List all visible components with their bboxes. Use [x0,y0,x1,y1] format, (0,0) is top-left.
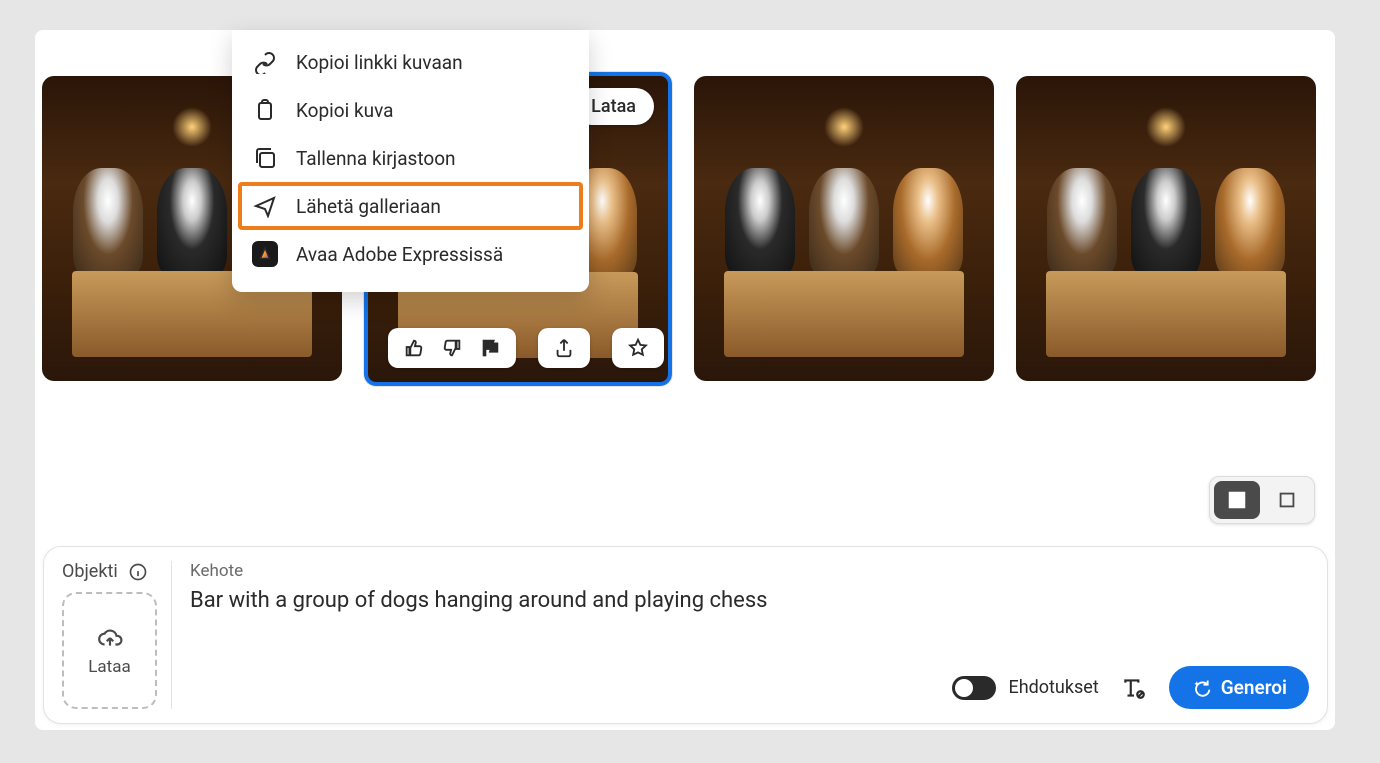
share-icon[interactable] [552,336,576,360]
upload-reference[interactable]: Lataa [62,592,157,709]
suggestions-toggle[interactable] [952,676,996,700]
rating-group [388,328,516,368]
thumb-action-bar [388,328,648,368]
share-group [538,328,590,368]
prompt-input[interactable]: Bar with a group of dogs hanging around … [190,587,1309,616]
flag-icon[interactable] [478,336,502,360]
object-heading: Objekti [62,561,157,582]
favorite-group [612,328,664,368]
sparkle-refresh-icon [1191,678,1211,698]
clipboard-icon [252,97,278,123]
library-icon [252,145,278,171]
grid-view-button[interactable] [1214,481,1260,519]
generate-button[interactable]: Generoi [1169,666,1309,709]
menu-item-label: Lähetä galleriaan [296,195,441,218]
menu-item-label: Kopioi kuva [296,99,393,122]
result-thumb[interactable] [1016,76,1316,381]
suggestions-toggle-wrap: Ehdotukset [952,676,1098,700]
suggestions-label: Ehdotukset [1008,677,1098,698]
menu-open-express[interactable]: Avaa Adobe Expressissä [232,230,589,278]
star-icon[interactable] [626,336,650,360]
single-view-button[interactable] [1264,481,1310,519]
object-column: Objekti Lataa [62,561,172,709]
menu-save-library[interactable]: Tallenna kirjastoon [232,134,589,182]
text-style-button[interactable] [1121,675,1147,701]
info-icon[interactable] [128,562,148,582]
upload-cloud-icon [95,625,125,651]
menu-item-label: Tallenna kirjastoon [296,147,456,170]
prompt-column: Kehote Bar with a group of dogs hanging … [190,561,1309,709]
generate-label: Generoi [1221,676,1287,699]
menu-copy-link[interactable]: Kopioi linkki kuvaan [232,38,589,86]
view-toggle [1209,476,1315,524]
link-icon [252,49,278,75]
menu-item-label: Kopioi linkki kuvaan [296,51,463,74]
app-canvas: Lataa [35,30,1335,730]
send-icon [252,193,278,219]
thumbs-down-icon[interactable] [440,336,464,360]
menu-submit-gallery[interactable]: Lähetä galleriaan [238,182,583,230]
thumbs-up-icon[interactable] [402,336,426,360]
menu-copy-image[interactable]: Kopioi kuva [232,86,589,134]
prompt-label: Kehote [190,561,1309,581]
result-thumb[interactable] [694,76,994,381]
prompt-bar: Objekti Lataa Kehote Bar with a group of… [43,546,1328,724]
adobe-express-icon [252,241,278,267]
object-label: Objekti [62,561,118,582]
upload-label: Lataa [88,657,130,677]
prompt-controls: Ehdotukset Generoi [952,666,1309,709]
context-menu: Kopioi linkki kuvaan Kopioi kuva Tallenn… [232,30,589,292]
menu-item-label: Avaa Adobe Expressissä [296,243,503,266]
